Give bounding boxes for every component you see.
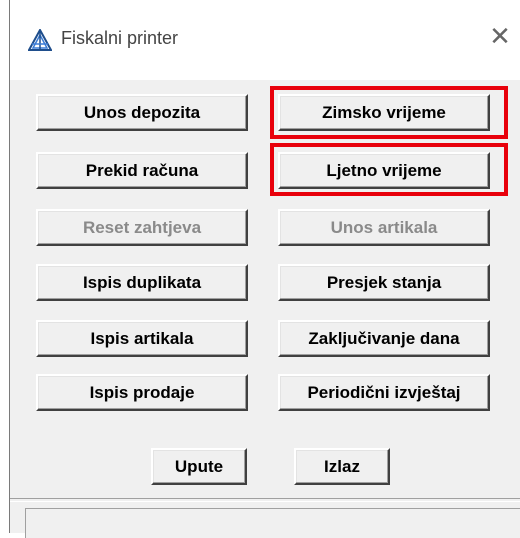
zimsko-vrijeme-button[interactable]: Zimsko vrijeme bbox=[278, 94, 490, 131]
ispis-artikala-button[interactable]: Ispis artikala bbox=[36, 320, 248, 357]
ispis-duplikata-button[interactable]: Ispis duplikata bbox=[36, 264, 248, 301]
title-bar: Fiskalni printer ✕ bbox=[10, 0, 520, 80]
unos-artikala-button: Unos artikala bbox=[278, 209, 490, 246]
izlaz-button[interactable]: Izlaz bbox=[294, 448, 390, 485]
fiskalni-printer-dialog: Fiskalni printer ✕ Unos depozita Zimsko … bbox=[9, 0, 520, 538]
status-bar bbox=[25, 508, 520, 538]
zakljucivanje-dana-button[interactable]: Zaključivanje dana bbox=[278, 320, 490, 357]
reset-zahtjeva-button: Reset zahtjeva bbox=[36, 209, 248, 246]
ispis-prodaje-button[interactable]: Ispis prodaje bbox=[36, 374, 248, 411]
periodicni-izvjestaj-button[interactable]: Periodični izvještaj bbox=[278, 374, 490, 411]
printer-logo-icon bbox=[28, 29, 52, 51]
ljetno-vrijeme-button[interactable]: Ljetno vrijeme bbox=[278, 152, 490, 189]
status-divider bbox=[10, 498, 520, 502]
presjek-stanja-button[interactable]: Presjek stanja bbox=[278, 264, 490, 301]
upute-button[interactable]: Upute bbox=[151, 448, 247, 485]
close-icon[interactable]: ✕ bbox=[485, 22, 515, 52]
unos-depozita-button[interactable]: Unos depozita bbox=[36, 94, 248, 131]
prekid-racuna-button[interactable]: Prekid računa bbox=[36, 152, 248, 189]
window-title: Fiskalni printer bbox=[61, 28, 179, 48]
